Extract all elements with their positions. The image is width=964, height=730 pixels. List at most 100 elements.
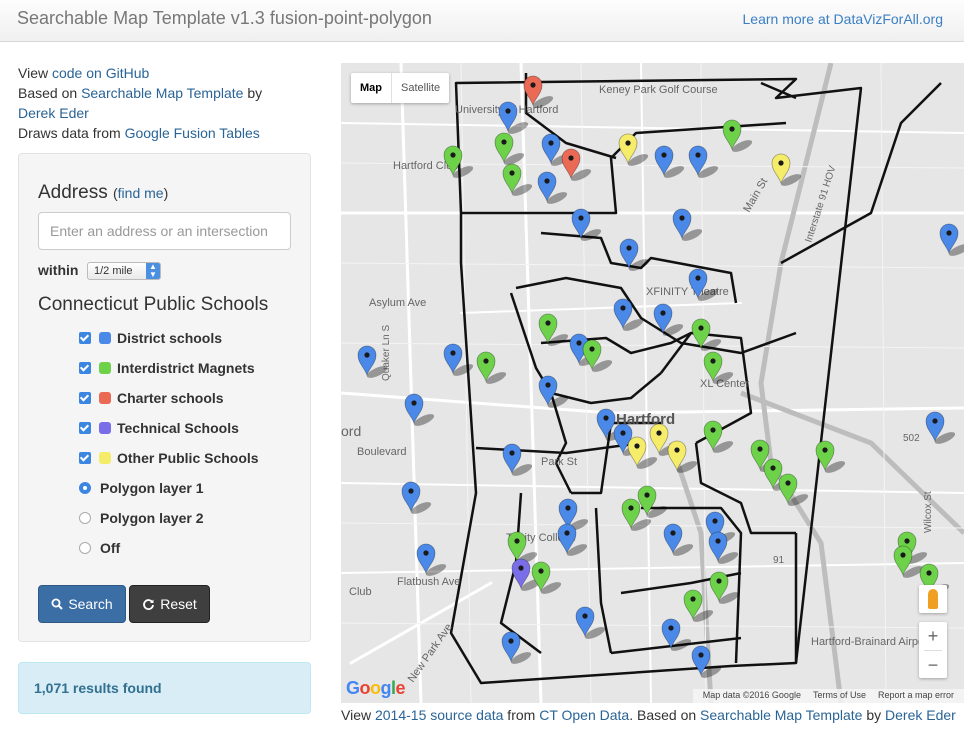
district-school-marker[interactable] xyxy=(688,145,720,180)
map-type-map-button[interactable]: Map xyxy=(351,73,392,103)
report-error-link[interactable]: Report a map error xyxy=(878,690,954,702)
district-school-marker[interactable] xyxy=(691,645,723,680)
road-network xyxy=(341,63,964,703)
label-interstate: Interstate 91 HOV xyxy=(803,164,838,244)
technical-swatch-icon xyxy=(99,422,111,434)
address-heading: Address (find me) xyxy=(38,182,168,204)
district-school-marker[interactable] xyxy=(557,523,589,558)
magnet-school-marker[interactable] xyxy=(709,571,741,606)
radius-select-value: 1/2 mile xyxy=(94,265,133,277)
zoom-in-button[interactable]: + xyxy=(919,622,947,650)
map-type-satellite-button[interactable]: Satellite xyxy=(392,73,449,103)
other-school-marker[interactable] xyxy=(667,440,699,475)
address-input[interactable] xyxy=(38,212,291,250)
minor-streets xyxy=(341,63,964,703)
magnet-school-marker[interactable] xyxy=(815,440,847,475)
navbar: Searchable Map Template v1.3 fusion-poin… xyxy=(0,0,964,42)
layer-technical[interactable]: Technical Schools xyxy=(79,413,259,443)
select-arrows-icon: ▲ ▼ xyxy=(146,263,160,279)
polygon-off-radio[interactable] xyxy=(79,542,91,554)
district-school-marker[interactable] xyxy=(501,631,533,666)
label-route-502: 502 xyxy=(903,433,920,444)
search-button[interactable]: Search xyxy=(38,585,126,623)
technical-checkbox[interactable] xyxy=(79,422,91,434)
source-data-link[interactable]: 2014-15 source data xyxy=(375,707,503,723)
magnet-school-marker[interactable] xyxy=(637,485,669,520)
footer-author-link[interactable]: Derek Eder xyxy=(885,707,956,723)
based-by: by xyxy=(243,85,263,101)
draws-prefix: Draws data from xyxy=(18,125,125,141)
polygon-option-2[interactable]: Polygon layer 2 xyxy=(79,503,259,533)
technical-label: Technical Schools xyxy=(117,420,239,436)
other-checkbox[interactable] xyxy=(79,452,91,464)
label-flatbush: Flatbush Ave xyxy=(397,576,460,588)
map-attribution: Map data ©2016 Google Terms of Use Repor… xyxy=(692,689,964,703)
radius-select[interactable]: 1/2 mile ▲ ▼ xyxy=(87,262,161,280)
district-school-marker[interactable] xyxy=(925,411,957,446)
other-school-marker[interactable] xyxy=(618,133,650,168)
district-school-marker[interactable] xyxy=(708,531,740,566)
district-school-marker[interactable] xyxy=(537,171,569,206)
label-main: Main St xyxy=(741,176,770,214)
polygon-1-radio[interactable] xyxy=(79,482,91,494)
github-link[interactable]: code on GitHub xyxy=(52,65,149,81)
footer-template-link[interactable]: Searchable Map Template xyxy=(700,707,862,723)
results-count: 1,071 results found xyxy=(18,662,311,714)
layer-magnets[interactable]: Interdistrict Magnets xyxy=(79,353,259,383)
district-school-marker[interactable] xyxy=(538,375,570,410)
refresh-icon xyxy=(143,598,155,610)
based-prefix: Based on xyxy=(18,85,82,101)
footer-by: by xyxy=(862,707,886,723)
district-school-marker[interactable] xyxy=(939,223,964,258)
charter-checkbox[interactable] xyxy=(79,392,91,404)
polygon-2-label: Polygon layer 2 xyxy=(100,510,204,526)
reset-button[interactable]: Reset xyxy=(129,585,210,623)
magnet-school-marker[interactable] xyxy=(443,145,475,180)
reset-button-label: Reset xyxy=(160,596,197,612)
layer-charter[interactable]: Charter schools xyxy=(79,383,259,413)
district-school-marker[interactable] xyxy=(663,523,695,558)
template-link[interactable]: Searchable Map Template xyxy=(81,85,243,101)
layer-list: District schools Interdistrict Magnets C… xyxy=(79,323,259,563)
magnet-school-marker[interactable] xyxy=(683,589,715,624)
learn-more-link[interactable]: Learn more at DataVizForAll.org xyxy=(743,11,944,27)
magnet-school-marker[interactable] xyxy=(494,132,526,167)
charter-school-marker[interactable] xyxy=(561,148,593,183)
district-school-marker[interactable] xyxy=(653,303,685,338)
zoom-out-button[interactable]: − xyxy=(919,651,947,679)
author-link[interactable]: Derek Eder xyxy=(18,105,89,121)
layer-district[interactable]: District schools xyxy=(79,323,259,353)
magnets-swatch-icon xyxy=(99,362,111,374)
polygon-option-1[interactable]: Polygon layer 1 xyxy=(79,473,259,503)
district-school-marker[interactable] xyxy=(502,443,534,478)
magnets-checkbox[interactable] xyxy=(79,362,91,374)
find-me-link[interactable]: find me xyxy=(118,185,164,201)
polygon-2-radio[interactable] xyxy=(79,512,91,524)
charter-label: Charter schools xyxy=(117,390,224,406)
district-checkbox[interactable] xyxy=(79,332,91,344)
label-club: Club xyxy=(349,586,372,598)
terms-link[interactable]: Terms of Use xyxy=(813,690,866,702)
district-school-marker[interactable] xyxy=(654,145,686,180)
page-title[interactable]: Searchable Map Template v1.3 fusion-poin… xyxy=(17,8,432,29)
district-school-marker[interactable] xyxy=(661,618,693,653)
district-school-marker[interactable] xyxy=(619,238,651,273)
district-school-marker[interactable] xyxy=(416,543,448,578)
other-school-marker[interactable] xyxy=(771,153,803,188)
footer-based: . Based on xyxy=(629,707,701,723)
map-canvas[interactable]: Hartford XL Center XFINITY Theatre Trini… xyxy=(341,63,964,703)
ct-open-data-link[interactable]: CT Open Data xyxy=(539,707,629,723)
layer-other[interactable]: Other Public Schools xyxy=(79,443,259,473)
district-school-marker[interactable] xyxy=(443,343,475,378)
label-asylum: Asylum Ave xyxy=(369,297,426,309)
fusion-tables-link[interactable]: Google Fusion Tables xyxy=(125,125,260,141)
street-view-pegman-icon[interactable] xyxy=(919,585,947,613)
label-airport: Hartford-Brainard Airport xyxy=(811,636,931,648)
district-school-marker[interactable] xyxy=(401,481,433,516)
magnet-school-marker[interactable] xyxy=(502,163,534,198)
polygon-option-off[interactable]: Off xyxy=(79,533,259,563)
magnet-school-marker[interactable] xyxy=(703,420,735,455)
view-prefix: View xyxy=(18,65,52,81)
footer-note: View 2014-15 source data from CT Open Da… xyxy=(341,705,964,725)
magnet-school-marker[interactable] xyxy=(476,351,508,386)
